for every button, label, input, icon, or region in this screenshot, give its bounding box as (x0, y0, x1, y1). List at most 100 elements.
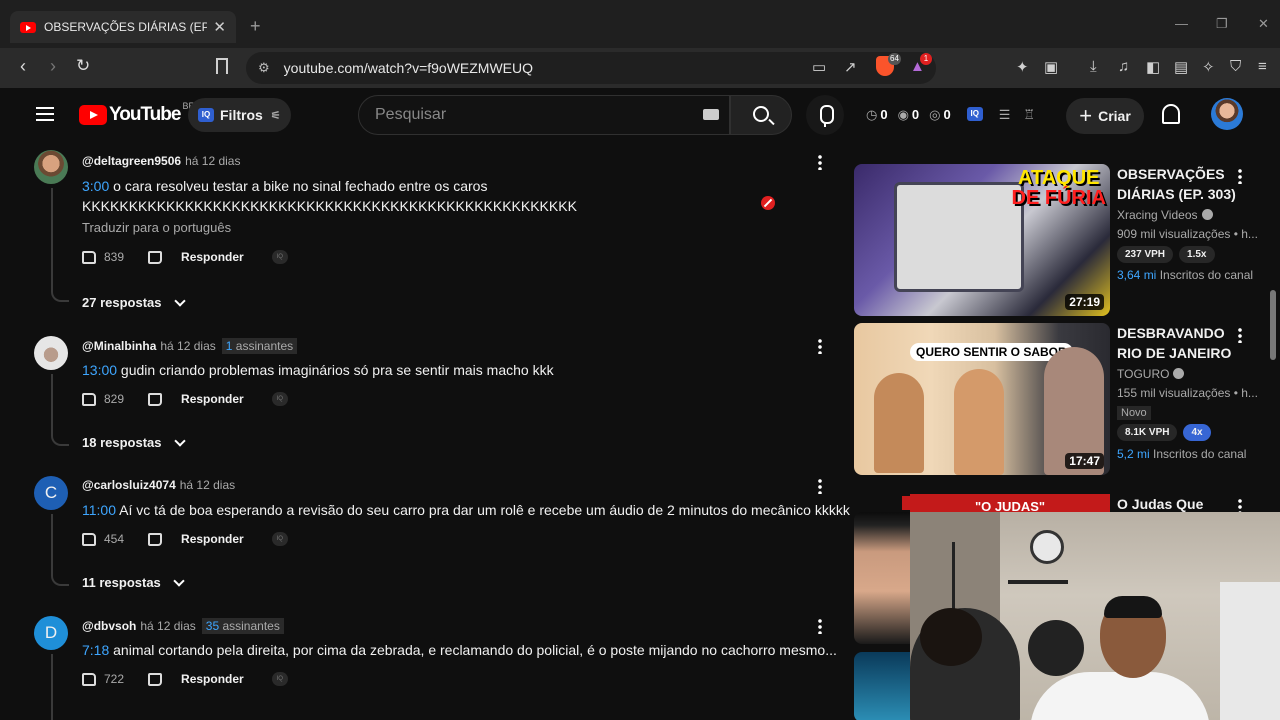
chevron-down-icon (173, 574, 185, 587)
youtube-logo[interactable]: YouTube BR (79, 101, 195, 126)
vpn-icon[interactable]: ⛉ (1230, 58, 1241, 75)
video-title[interactable]: O Judas Que (1117, 494, 1247, 514)
comment-timestamp-link[interactable]: 7:18 (82, 642, 109, 658)
video-duration: 27:19 (1065, 294, 1104, 310)
browser-toolbar: ‹ › ↻ ⚙ youtube.com/watch?v=f9oWEZMWEUQ … (0, 48, 1280, 88)
comment-author[interactable]: @dbvsoh (82, 619, 136, 633)
new-tab-icon[interactable]: + (250, 16, 261, 37)
page-scrollbar[interactable] (1270, 290, 1276, 360)
sidebar-icon[interactable]: ◧ (1146, 58, 1160, 76)
comment-date[interactable]: há 12 dias (140, 619, 195, 633)
reply-button[interactable]: Responder (181, 392, 244, 406)
comment-timestamp-link[interactable]: 13:00 (82, 362, 117, 378)
like-icon[interactable] (82, 250, 96, 264)
like-icon[interactable] (82, 672, 96, 686)
translate-link[interactable]: Traduzir para o português (82, 220, 231, 235)
cast-icon[interactable]: ▭ (812, 58, 826, 76)
comment-header: @deltagreen9506 há 12 dias (82, 154, 240, 168)
view-replies-button[interactable]: 18 respostas (82, 434, 186, 450)
dislike-icon[interactable] (148, 672, 163, 686)
hamburger-menu-icon[interactable] (36, 107, 54, 121)
comment-menu-icon[interactable] (818, 154, 822, 170)
extensions-icon[interactable]: ✦ (1016, 58, 1029, 76)
keyboard-icon[interactable] (703, 109, 719, 120)
iq-small-icon[interactable]: IQ (271, 532, 288, 546)
media-icon[interactable]: ♫ (1118, 58, 1129, 75)
notifications-bell-icon[interactable] (1162, 104, 1180, 124)
filters-button[interactable]: IQ Filtros ⚟ (188, 98, 291, 132)
minimize-icon[interactable]: — (1175, 16, 1188, 31)
replies-count: 11 respostas (82, 575, 161, 590)
video-menu-icon[interactable] (1238, 327, 1242, 343)
reply-button[interactable]: Responder (181, 672, 244, 686)
video-menu-icon[interactable] (1238, 168, 1242, 184)
screenshot-icon[interactable]: ▣ (1044, 58, 1058, 76)
video-title[interactable]: DESBRAVANDO RIO DE JANEIRO (1117, 323, 1247, 363)
create-button[interactable]: + Criar (1066, 98, 1144, 134)
comment-timestamp-link[interactable]: 11:00 (82, 502, 116, 518)
iq-small-icon[interactable]: IQ (271, 250, 288, 264)
reply-button[interactable]: Responder (181, 532, 244, 546)
comment-author[interactable]: @deltagreen9506 (82, 154, 181, 168)
dislike-icon[interactable] (148, 532, 163, 546)
browser-tab[interactable]: OBSERVAÇÕES DIÁRIAS (EP. 304 ✕ (10, 11, 236, 43)
reply-button[interactable]: Responder (181, 250, 244, 264)
thumbnail-person[interactable] (854, 652, 910, 720)
video-channel[interactable]: Xracing Videos (1117, 208, 1213, 222)
forward-icon[interactable]: › (50, 56, 56, 77)
iq-small-icon[interactable]: IQ (271, 392, 288, 406)
video-channel[interactable]: TOGURO (1117, 367, 1185, 381)
leo-icon[interactable]: ✧ (1202, 58, 1215, 76)
comment-author[interactable]: @carlosluiz4074 (82, 478, 176, 492)
trophy-icon[interactable]: ♖ (1023, 107, 1035, 123)
commenter-avatar[interactable] (34, 336, 68, 370)
iq-counters: ◷ 0 ◉ 0 ◎ 0 IQ ☰ ♖ (866, 107, 1038, 123)
recommended-video[interactable]: "O JUDAS" O Judas Que (854, 494, 1266, 514)
comments-section: @deltagreen9506 há 12 dias 3:00 o cara r… (0, 144, 850, 720)
dislike-icon[interactable] (148, 250, 163, 264)
share-icon[interactable]: ↗ (844, 58, 857, 76)
address-bar[interactable]: ⚙ youtube.com/watch?v=f9oWEZMWEUQ (246, 52, 936, 84)
commenter-avatar[interactable] (34, 150, 68, 184)
comment-author[interactable]: @Minalbinha (82, 339, 156, 353)
commenter-avatar[interactable]: D (34, 616, 68, 650)
thumbnail-person[interactable] (854, 512, 910, 644)
comment-date[interactable]: há 12 dias (160, 339, 215, 353)
view-replies-button[interactable]: 27 respostas (82, 294, 186, 310)
site-settings-icon[interactable]: ⚙ (258, 60, 270, 76)
bookmark-icon[interactable] (216, 58, 228, 74)
comment-menu-icon[interactable] (818, 478, 822, 494)
search-button[interactable] (730, 95, 792, 135)
like-icon[interactable] (82, 392, 96, 406)
comment-date[interactable]: há 12 dias (185, 154, 240, 168)
list-icon[interactable]: ☰ (999, 107, 1011, 123)
reload-icon[interactable]: ↻ (76, 56, 90, 76)
comment-menu-icon[interactable] (818, 618, 822, 634)
comment-date[interactable]: há 12 dias (180, 478, 235, 492)
video-thumbnail[interactable]: QUERO SENTIR O SABOR 17:47 (854, 323, 1110, 475)
restore-icon[interactable]: ❐ (1216, 16, 1228, 32)
recommended-video[interactable]: ATAQUE DE FÚRIA 27:19 OBSERVAÇÕES DIÁRIA… (854, 164, 1266, 316)
dislike-icon[interactable] (148, 392, 163, 406)
video-thumbnail[interactable]: ATAQUE DE FÚRIA 27:19 (854, 164, 1110, 316)
menu-icon[interactable]: ≡ (1258, 58, 1267, 75)
like-icon[interactable] (82, 532, 96, 546)
search-input[interactable]: Pesquisar (358, 95, 730, 135)
recommended-video[interactable]: QUERO SENTIR O SABOR 17:47 DESBRAVANDO R… (854, 323, 1266, 475)
comment-menu-icon[interactable] (818, 338, 822, 354)
iq-icon[interactable]: IQ (966, 107, 983, 121)
close-window-icon[interactable]: ✕ (1258, 16, 1269, 32)
wallet-icon[interactable]: ▤ (1174, 58, 1188, 76)
video-title[interactable]: OBSERVAÇÕES DIÁRIAS (EP. 303) (1117, 164, 1247, 204)
voice-search-button[interactable] (806, 95, 844, 135)
commenter-avatar[interactable]: C (34, 476, 68, 510)
account-avatar[interactable] (1211, 98, 1243, 130)
close-tab-icon[interactable]: ✕ (213, 18, 226, 36)
comment-timestamp-link[interactable]: 3:00 (82, 178, 109, 194)
back-icon[interactable]: ‹ (20, 56, 26, 77)
youtube-wordmark: YouTube (109, 104, 181, 125)
download-icon[interactable]: ⤓ (1090, 58, 1097, 75)
view-replies-button[interactable]: 11 respostas (82, 574, 185, 590)
thread-curve (51, 572, 69, 586)
iq-small-icon[interactable]: IQ (271, 672, 288, 686)
